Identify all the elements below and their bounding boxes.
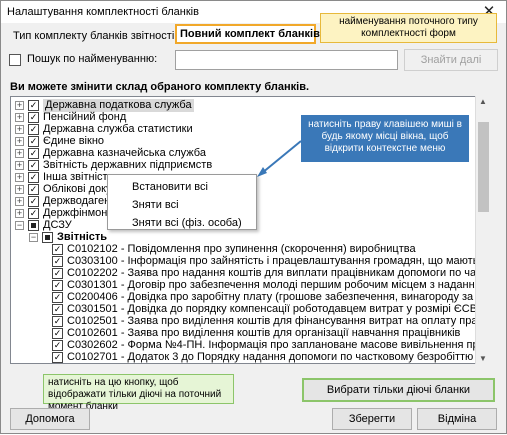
tree-checkbox[interactable]: ✓ xyxy=(28,136,39,147)
tree-checkbox[interactable]: ✓ xyxy=(52,340,63,351)
collapse-icon[interactable]: − xyxy=(15,221,24,230)
collapse-icon[interactable]: − xyxy=(29,233,38,242)
expand-icon[interactable]: + xyxy=(15,149,24,158)
expand-icon[interactable]: + xyxy=(15,173,24,182)
tree-checkbox[interactable]: ✓ xyxy=(52,316,63,327)
tree-checkbox[interactable]: ✓ xyxy=(28,112,39,123)
settings-dialog: Налаштування комплектності бланків ✕ Тип… xyxy=(0,0,507,434)
tree-checkbox[interactable]: ✓ xyxy=(28,184,39,195)
tree-checkbox[interactable]: ✓ xyxy=(52,280,63,291)
tree-row[interactable]: ✓ C0102701 - Додаток 3 до Порядку надання… xyxy=(11,351,481,363)
tree-checkbox[interactable]: ✓ xyxy=(52,244,63,255)
find-next-button[interactable]: Знайти далі xyxy=(404,49,498,71)
menu-item-select-all[interactable]: Встановити всі xyxy=(132,181,208,193)
tree-checkbox[interactable]: ✓ xyxy=(52,352,63,363)
active-only-callout: натисніть на цю кнопку, щоб відображати … xyxy=(43,374,234,412)
search-label: Пошук по найменуванню: xyxy=(27,53,158,65)
scroll-down-icon[interactable]: ▼ xyxy=(479,354,487,363)
search-checkbox[interactable] xyxy=(9,54,21,66)
tree-checkbox[interactable]: ✓ xyxy=(28,172,39,183)
kit-type-callout: найменування поточного типу комплектност… xyxy=(320,13,497,43)
tree-checkbox[interactable] xyxy=(42,232,53,243)
tree-checkbox[interactable]: ✓ xyxy=(52,268,63,279)
save-button[interactable]: Зберегти xyxy=(332,408,412,430)
expand-icon[interactable]: + xyxy=(15,185,24,194)
expand-icon[interactable]: + xyxy=(15,161,24,170)
cancel-button[interactable]: Відміна xyxy=(417,408,497,430)
expand-icon[interactable]: + xyxy=(15,209,24,218)
active-only-button[interactable]: Вибрати тільки діючі бланки xyxy=(302,378,495,402)
tree-checkbox[interactable]: ✓ xyxy=(28,160,39,171)
expand-icon[interactable]: + xyxy=(15,113,24,122)
search-input[interactable] xyxy=(175,50,398,70)
scroll-thumb[interactable] xyxy=(478,122,489,212)
window-title: Налаштування комплектності бланків xyxy=(7,6,199,18)
context-menu: Встановити всі Зняти всі Зняти всі (фіз.… xyxy=(107,174,257,230)
tree-checkbox[interactable] xyxy=(28,220,39,231)
kit-type-field[interactable]: Повний комплект бланків xyxy=(175,24,320,44)
expand-icon[interactable]: + xyxy=(15,137,24,146)
menu-item-clear-all[interactable]: Зняти всі xyxy=(132,199,179,211)
tree-checkbox[interactable]: ✓ xyxy=(52,328,63,339)
tree-checkbox[interactable]: ✓ xyxy=(52,304,63,315)
context-menu-callout: натисніть праву клавішею миші в будь яко… xyxy=(301,115,469,162)
tree-checkbox[interactable]: ✓ xyxy=(28,148,39,159)
tree-item-label: C0102701 - Додаток 3 до Порядку надання … xyxy=(67,351,474,363)
tree-scrollbar[interactable]: ▲ ▼ xyxy=(475,96,490,364)
expand-icon[interactable]: + xyxy=(15,101,24,110)
expand-icon[interactable]: + xyxy=(15,197,24,206)
tree-checkbox[interactable]: ✓ xyxy=(28,196,39,207)
kit-type-label: Тип комплекту бланків звітності: xyxy=(13,30,178,42)
tree-checkbox[interactable]: ✓ xyxy=(28,124,39,135)
tree-checkbox[interactable]: ✓ xyxy=(52,292,63,303)
tree-checkbox[interactable]: ✓ xyxy=(28,208,39,219)
tree-checkbox[interactable]: ✓ xyxy=(28,100,39,111)
tree-checkbox[interactable]: ✓ xyxy=(52,256,63,267)
menu-item-clear-all-individual[interactable]: Зняти всі (фіз. особа) xyxy=(132,217,242,229)
expand-icon[interactable]: + xyxy=(15,125,24,134)
help-button[interactable]: Допомога xyxy=(10,408,90,430)
instruction-text: Ви можете змінити склад обраного комплек… xyxy=(10,81,310,93)
scroll-up-icon[interactable]: ▲ xyxy=(479,97,487,106)
